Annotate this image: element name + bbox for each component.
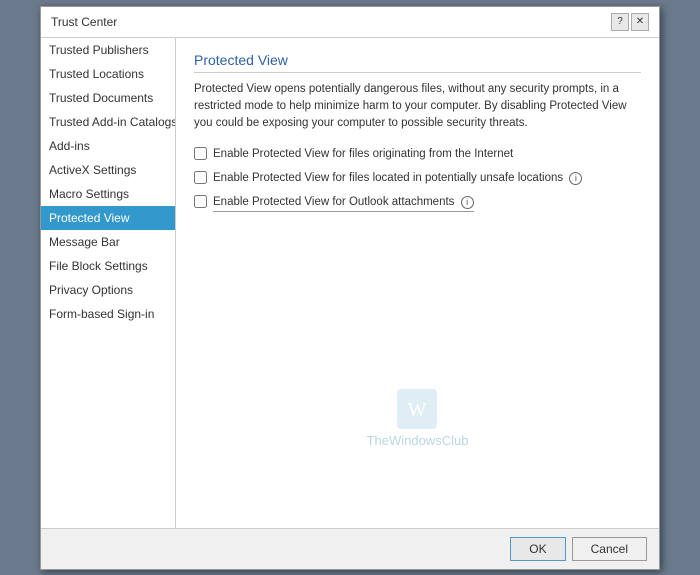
description-text: Protected View opens potentially dangero…: [194, 81, 641, 133]
sidebar-item-trusted-locations[interactable]: Trusted Locations: [41, 62, 175, 86]
checkbox-row-outlook: Enable Protected View for Outlook attach…: [194, 194, 641, 211]
info-icon-outlook[interactable]: i: [461, 196, 474, 209]
title-bar-controls: ? ✕: [611, 13, 649, 31]
checkbox-unsafe-label: Enable Protected View for files located …: [213, 170, 582, 186]
title-bar: Trust Center ? ✕: [41, 7, 659, 38]
info-icon-unsafe[interactable]: i: [569, 172, 582, 185]
help-button[interactable]: ?: [611, 13, 629, 31]
checkbox-internet-label: Enable Protected View for files originat…: [213, 146, 513, 162]
sidebar-item-add-ins[interactable]: Add-ins: [41, 134, 175, 158]
checkbox-internet[interactable]: [194, 147, 207, 160]
title-bar-left: Trust Center: [51, 15, 117, 29]
checkbox-outlook-label: Enable Protected View for Outlook attach…: [213, 194, 474, 211]
dialog-footer: OK Cancel: [41, 528, 659, 569]
sidebar-item-protected-view[interactable]: Protected View: [41, 206, 175, 230]
sidebar-item-file-block-settings[interactable]: File Block Settings: [41, 254, 175, 278]
dialog-title: Trust Center: [51, 15, 117, 29]
trust-center-dialog: Trust Center ? ✕ Trusted PublishersTrust…: [40, 6, 660, 570]
sidebar-item-trusted-documents[interactable]: Trusted Documents: [41, 86, 175, 110]
watermark: W TheWindowsClub: [367, 389, 469, 448]
sidebar-item-macro-settings[interactable]: Macro Settings: [41, 182, 175, 206]
watermark-icon: W: [398, 389, 438, 429]
sidebar-item-trusted-add-in-catalog[interactable]: Trusted Add-in Catalogs: [41, 110, 175, 134]
watermark-text: TheWindowsClub: [367, 433, 469, 448]
sidebar-item-form-based-sign-in[interactable]: Form-based Sign-in: [41, 302, 175, 326]
sidebar-item-activex-settings[interactable]: ActiveX Settings: [41, 158, 175, 182]
ok-button[interactable]: OK: [510, 537, 565, 561]
sidebar-item-message-bar[interactable]: Message Bar: [41, 230, 175, 254]
checkbox-row-unsafe: Enable Protected View for files located …: [194, 170, 641, 186]
dialog-content: Trusted PublishersTrusted LocationsTrust…: [41, 38, 659, 528]
checkbox-unsafe[interactable]: [194, 171, 207, 184]
sidebar: Trusted PublishersTrusted LocationsTrust…: [41, 38, 176, 528]
cancel-button[interactable]: Cancel: [572, 537, 647, 561]
svg-text:W: W: [408, 399, 427, 421]
checkbox-outlook[interactable]: [194, 195, 207, 208]
close-button[interactable]: ✕: [631, 13, 649, 31]
main-panel: Protected View Protected View opens pote…: [176, 38, 659, 528]
checkbox-row-internet: Enable Protected View for files originat…: [194, 146, 641, 162]
panel-title: Protected View: [194, 52, 641, 73]
sidebar-item-trusted-publishers[interactable]: Trusted Publishers: [41, 38, 175, 62]
sidebar-item-privacy-options[interactable]: Privacy Options: [41, 278, 175, 302]
